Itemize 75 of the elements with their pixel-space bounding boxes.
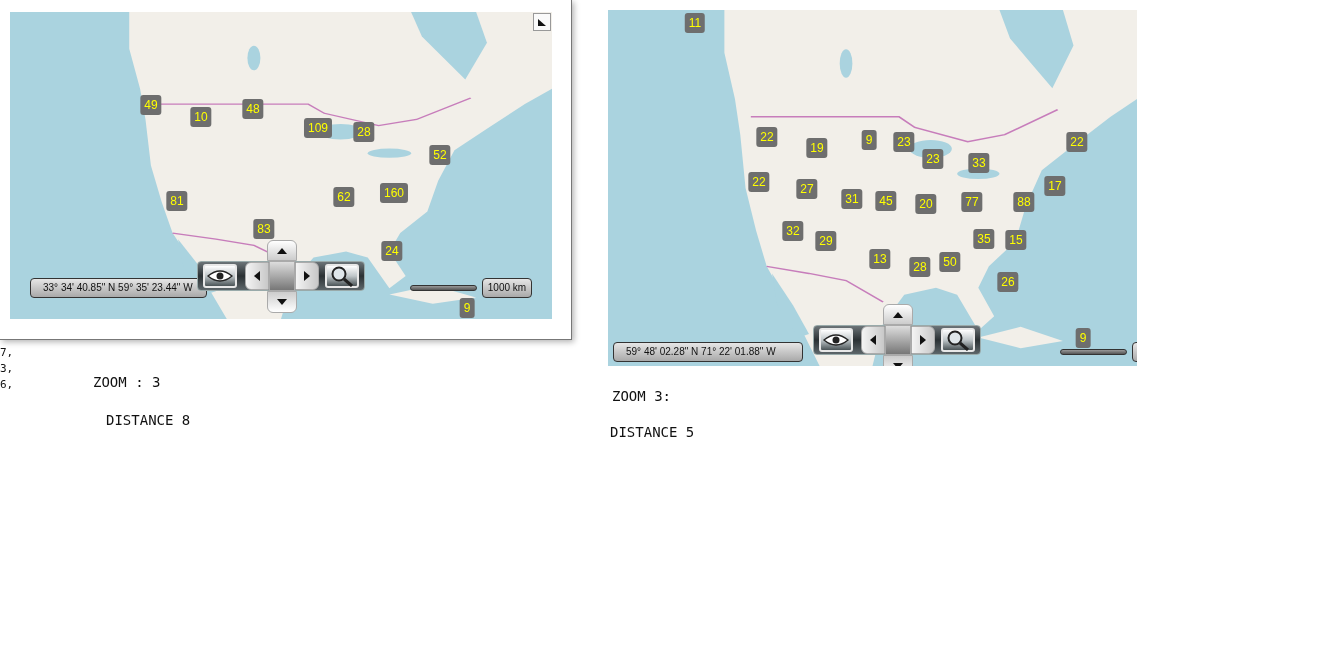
corner-button[interactable]: [533, 13, 551, 31]
cluster-marker[interactable]: 33: [968, 153, 990, 173]
cluster-marker[interactable]: 50: [939, 252, 961, 272]
left-arrow-icon: [870, 335, 876, 345]
coordinates-display: 59° 48' 02.28" N 71° 22' 01.88" W: [613, 342, 803, 362]
cluster-marker[interactable]: 20: [915, 194, 937, 214]
eye-icon: [207, 269, 233, 283]
pan-down-button[interactable]: [267, 291, 297, 313]
scale-bar: [410, 285, 477, 291]
right-arrow-icon: [304, 271, 310, 281]
cluster-marker[interactable]: 160: [380, 183, 408, 203]
cluster-marker[interactable]: 23: [922, 149, 944, 169]
cluster-marker[interactable]: 19: [806, 138, 828, 158]
view-button[interactable]: [203, 264, 237, 288]
left-arrow-icon: [254, 271, 260, 281]
code-line: 7,: [0, 345, 15, 361]
eye-icon: [823, 333, 849, 347]
cluster-marker[interactable]: 9: [861, 130, 877, 150]
pan-up-button[interactable]: [267, 240, 297, 261]
pan-left-button[interactable]: [245, 262, 269, 290]
coordinates-display: 33° 34' 40.85" N 59° 35' 23.44" W: [30, 278, 207, 298]
cluster-marker[interactable]: 62: [333, 187, 355, 207]
cluster-marker[interactable]: 49: [140, 95, 162, 115]
cluster-marker[interactable]: 81: [166, 191, 188, 211]
cluster-marker[interactable]: 27: [796, 179, 818, 199]
cluster-marker[interactable]: 26: [997, 272, 1019, 292]
pan-left-button[interactable]: [861, 326, 885, 354]
right-arrow-icon: [920, 335, 926, 345]
search-icon: [946, 329, 970, 351]
cluster-marker[interactable]: 17: [1044, 176, 1066, 196]
cluster-marker[interactable]: 31: [841, 189, 863, 209]
cluster-marker[interactable]: 45: [875, 191, 897, 211]
up-arrow-icon: [277, 247, 287, 254]
cluster-marker[interactable]: 28: [353, 122, 375, 142]
up-arrow-icon: [893, 311, 903, 318]
cluster-marker[interactable]: 29: [815, 231, 837, 251]
cluster-marker[interactable]: 9: [459, 298, 475, 318]
distance-text: DISTANCE 5: [610, 424, 695, 440]
cluster-marker[interactable]: 109: [304, 118, 332, 138]
cluster-marker[interactable]: 77: [961, 192, 983, 212]
scale-bar: [1060, 349, 1127, 355]
pan-up-button[interactable]: [883, 304, 913, 325]
zoom-button[interactable]: [325, 264, 359, 288]
code-line: 3,: [0, 361, 15, 377]
code-line: 6,: [0, 377, 15, 393]
zoom-text: ZOOM 3:: [612, 388, 672, 404]
down-arrow-icon: [277, 299, 287, 305]
cluster-marker[interactable]: 48: [242, 99, 264, 119]
view-button[interactable]: [819, 328, 853, 352]
cluster-marker[interactable]: 23: [893, 132, 915, 152]
cluster-marker[interactable]: 83: [253, 219, 275, 239]
search-icon: [330, 265, 354, 287]
cluster-marker[interactable]: 28: [909, 257, 931, 277]
zoom-button[interactable]: [941, 328, 975, 352]
triangle-icon: [537, 17, 547, 27]
cluster-marker[interactable]: 9: [1075, 328, 1091, 348]
zoom-text: ZOOM : 3: [93, 374, 162, 390]
cluster-marker[interactable]: 22: [748, 172, 770, 192]
cluster-marker[interactable]: 22: [756, 127, 778, 147]
cluster-marker[interactable]: 15: [1005, 230, 1027, 250]
cluster-marker[interactable]: 22: [1066, 132, 1088, 152]
cluster-marker[interactable]: 24: [381, 241, 403, 261]
cluster-marker[interactable]: 52: [429, 145, 451, 165]
pan-right-button[interactable]: [911, 326, 935, 354]
map-view[interactable]: 49 10 48 109 28 52 81 62 160 83 24 9 33° 34' 40.85" N 59° 35' 23.44" W 1000 km: [10, 12, 552, 319]
cluster-marker[interactable]: 88: [1013, 192, 1035, 212]
cluster-marker[interactable]: 11: [684, 13, 706, 33]
cluster-marker[interactable]: 10: [190, 107, 212, 127]
cluster-marker[interactable]: 35: [973, 229, 995, 249]
distance-text: DISTANCE 8: [106, 412, 191, 428]
cluster-marker[interactable]: 13: [869, 249, 891, 269]
pan-right-button[interactable]: [295, 262, 319, 290]
map-view[interactable]: 11 22 19 9 23 23 33 22 22 27 31 45 20 77 88 17 32 29 35 15 13 28 50 26 9 59° 48' 02.28" N 71° 22' 01.88" W: [608, 10, 1137, 366]
cluster-marker[interactable]: 32: [782, 221, 804, 241]
scale-label: 1000 km: [482, 278, 532, 298]
